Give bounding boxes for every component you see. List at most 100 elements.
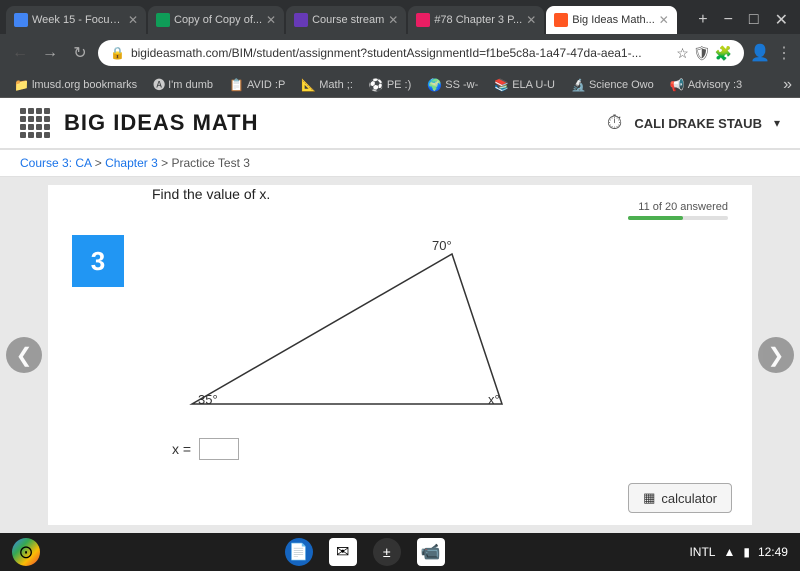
tab-bigideas[interactable]: Big Ideas Math... ✕ bbox=[546, 6, 677, 34]
prev-button[interactable]: ❮ bbox=[6, 337, 42, 373]
tab-close-course[interactable]: ✕ bbox=[388, 13, 398, 27]
content-panel: 11 of 20 answered 3 Find the value of x. bbox=[48, 185, 752, 525]
bookmark-advisory[interactable]: 📢 Advisory :3 bbox=[664, 76, 748, 94]
calculator-taskbar-icon[interactable]: ± bbox=[373, 538, 401, 566]
breadcrumb-chapter[interactable]: Chapter 3 bbox=[105, 156, 158, 170]
calc-logo: ± bbox=[383, 544, 391, 560]
tab-bar: Week 15 - Focus... ✕ Copy of Copy of... … bbox=[0, 0, 800, 34]
calculator-label: calculator bbox=[661, 491, 717, 506]
bookmark-ss[interactable]: 🌍 SS -w- bbox=[421, 76, 484, 94]
bookmark-star-icon[interactable]: ☆ bbox=[676, 45, 689, 62]
grid-cell bbox=[20, 116, 26, 122]
calculator-icon: ▦ bbox=[643, 490, 655, 506]
grid-cell bbox=[36, 124, 42, 130]
reload-button[interactable]: ↻ bbox=[68, 43, 92, 63]
close-window-button[interactable]: ✕ bbox=[769, 8, 794, 32]
grid-cell bbox=[44, 108, 50, 114]
meet-icon[interactable]: 📹 bbox=[417, 538, 445, 566]
extension-icon[interactable]: 🛡 bbox=[693, 45, 711, 62]
address-bar[interactable]: 🔒 bigideasmath.com/BIM/student/assignmen… bbox=[98, 40, 744, 66]
bookmark-science[interactable]: 🔬 Science Owo bbox=[565, 76, 660, 94]
bottom-left-angle-label: 35° bbox=[198, 392, 218, 407]
more-options-button[interactable]: ⋮ bbox=[776, 43, 792, 63]
grid-cell bbox=[44, 124, 50, 130]
bookmark-ela[interactable]: 📚 ELA U-U bbox=[488, 76, 561, 94]
tab-favicon-chapter bbox=[416, 13, 430, 27]
bookmark-science-label: Science Owo bbox=[589, 79, 654, 91]
bim-logo[interactable]: BIG IDEAS MATH bbox=[64, 110, 258, 136]
bookmark-pe-label: PE :) bbox=[387, 79, 411, 91]
user-dropdown-icon[interactable]: ▾ bbox=[774, 116, 780, 130]
more-bookmarks-button[interactable]: » bbox=[783, 76, 792, 94]
tab-close-chapter[interactable]: ✕ bbox=[526, 13, 536, 27]
chevron-left-icon: ❮ bbox=[16, 343, 33, 368]
breadcrumb-separator2: > bbox=[161, 156, 171, 170]
grid-cell bbox=[28, 116, 34, 122]
question-number: 3 bbox=[91, 246, 105, 277]
chrome-icon[interactable]: ⊙ bbox=[12, 538, 40, 566]
bookmark-dumb-label: I'm dumb bbox=[168, 79, 213, 91]
tab-close-copyof[interactable]: ✕ bbox=[266, 13, 276, 27]
grid-cell bbox=[20, 124, 26, 130]
gmail-icon[interactable]: ✉ bbox=[329, 538, 357, 566]
bookmark-pe[interactable]: ⚽ PE :) bbox=[363, 76, 417, 94]
answer-input[interactable] bbox=[199, 438, 239, 460]
bottom-right-angle-label: x° bbox=[488, 392, 500, 407]
browser-actions: 👤 ⋮ bbox=[750, 43, 792, 63]
back-button[interactable]: ← bbox=[8, 44, 32, 62]
tab-week15[interactable]: Week 15 - Focus... ✕ bbox=[6, 6, 146, 34]
bookmark-ela-icon: 📚 bbox=[494, 78, 509, 92]
minimize-button[interactable]: − bbox=[718, 9, 739, 31]
profile-button[interactable]: 👤 bbox=[750, 43, 770, 63]
url-text: bigideasmath.com/BIM/student/assignment?… bbox=[131, 46, 670, 60]
address-icons: ☆ 🛡 🧩 bbox=[676, 45, 732, 62]
docs-icon[interactable]: 📄 bbox=[285, 538, 313, 566]
bookmark-avid-icon: 📋 bbox=[229, 78, 244, 92]
bookmark-dumb[interactable]: 🅐 I'm dumb bbox=[147, 74, 219, 95]
bookmark-math[interactable]: 📐 Math ;: bbox=[295, 76, 359, 94]
meet-logo: 📹 bbox=[421, 542, 441, 562]
timer-icon[interactable]: ⏱ bbox=[607, 112, 623, 135]
bookmark-lmusd[interactable]: 📁 lmusd.org bookmarks bbox=[8, 76, 143, 94]
tab-chapter[interactable]: #78 Chapter 3 P... ✕ bbox=[408, 6, 544, 34]
grid-cell bbox=[36, 132, 42, 138]
bookmark-ss-label: SS -w- bbox=[445, 79, 478, 91]
header-right: ⏱ CALI DRAKE STAUB ▾ bbox=[607, 112, 780, 135]
next-question-nav[interactable]: ❯ bbox=[752, 177, 800, 533]
tab-course[interactable]: Course stream ✕ bbox=[286, 6, 406, 34]
page-content: BIG IDEAS MATH ⏱ CALI DRAKE STAUB ▾ Cour… bbox=[0, 98, 800, 533]
calculator-button[interactable]: ▦ calculator bbox=[628, 483, 732, 513]
keyboard-layout-label: INTL bbox=[689, 545, 715, 559]
grid-cell bbox=[28, 108, 34, 114]
grid-menu-icon[interactable] bbox=[20, 108, 50, 138]
tab-copyof[interactable]: Copy of Copy of... ✕ bbox=[148, 6, 284, 34]
answer-label: x = bbox=[172, 441, 191, 457]
bookmark-ela-label: ELA U-U bbox=[512, 79, 555, 91]
tab-close-bigideas[interactable]: ✕ bbox=[659, 13, 669, 27]
triangle-diagram: 70° 35° x° bbox=[172, 214, 728, 434]
bookmark-avid[interactable]: 📋 AVID :P bbox=[223, 76, 291, 94]
chevron-right-icon: ❯ bbox=[768, 343, 785, 368]
question-text: Find the value of x. bbox=[152, 186, 728, 202]
new-tab-button[interactable]: + bbox=[692, 9, 713, 31]
wifi-icon: ▲ bbox=[723, 545, 735, 559]
bookmark-folder-icon: 📁 bbox=[14, 78, 29, 92]
prev-question-nav[interactable]: ❮ bbox=[0, 177, 48, 533]
forward-button[interactable]: → bbox=[38, 44, 62, 62]
grid-cell bbox=[36, 108, 42, 114]
bookmark-a-icon: 🅐 bbox=[153, 76, 165, 93]
top-angle-label: 70° bbox=[432, 238, 452, 253]
bookmark-avid-label: AVID :P bbox=[247, 79, 285, 91]
puzzle-icon[interactable]: 🧩 bbox=[715, 45, 732, 62]
next-button[interactable]: ❯ bbox=[758, 337, 794, 373]
tab-label-week15: Week 15 - Focus... bbox=[32, 14, 124, 26]
taskbar: ⊙ 📄 ✉ ± 📹 INTL ▲ ▮ 12:49 bbox=[0, 533, 800, 571]
breadcrumb-course[interactable]: Course 3: CA bbox=[20, 156, 91, 170]
tab-close-week15[interactable]: ✕ bbox=[128, 13, 138, 27]
bookmark-science-icon: 🔬 bbox=[571, 78, 586, 92]
tab-favicon-copyof bbox=[156, 13, 170, 27]
user-name[interactable]: CALI DRAKE STAUB bbox=[634, 116, 762, 131]
security-lock-icon: 🔒 bbox=[110, 46, 125, 60]
maximize-button[interactable]: □ bbox=[743, 9, 765, 31]
browser-chrome: Week 15 - Focus... ✕ Copy of Copy of... … bbox=[0, 0, 800, 98]
